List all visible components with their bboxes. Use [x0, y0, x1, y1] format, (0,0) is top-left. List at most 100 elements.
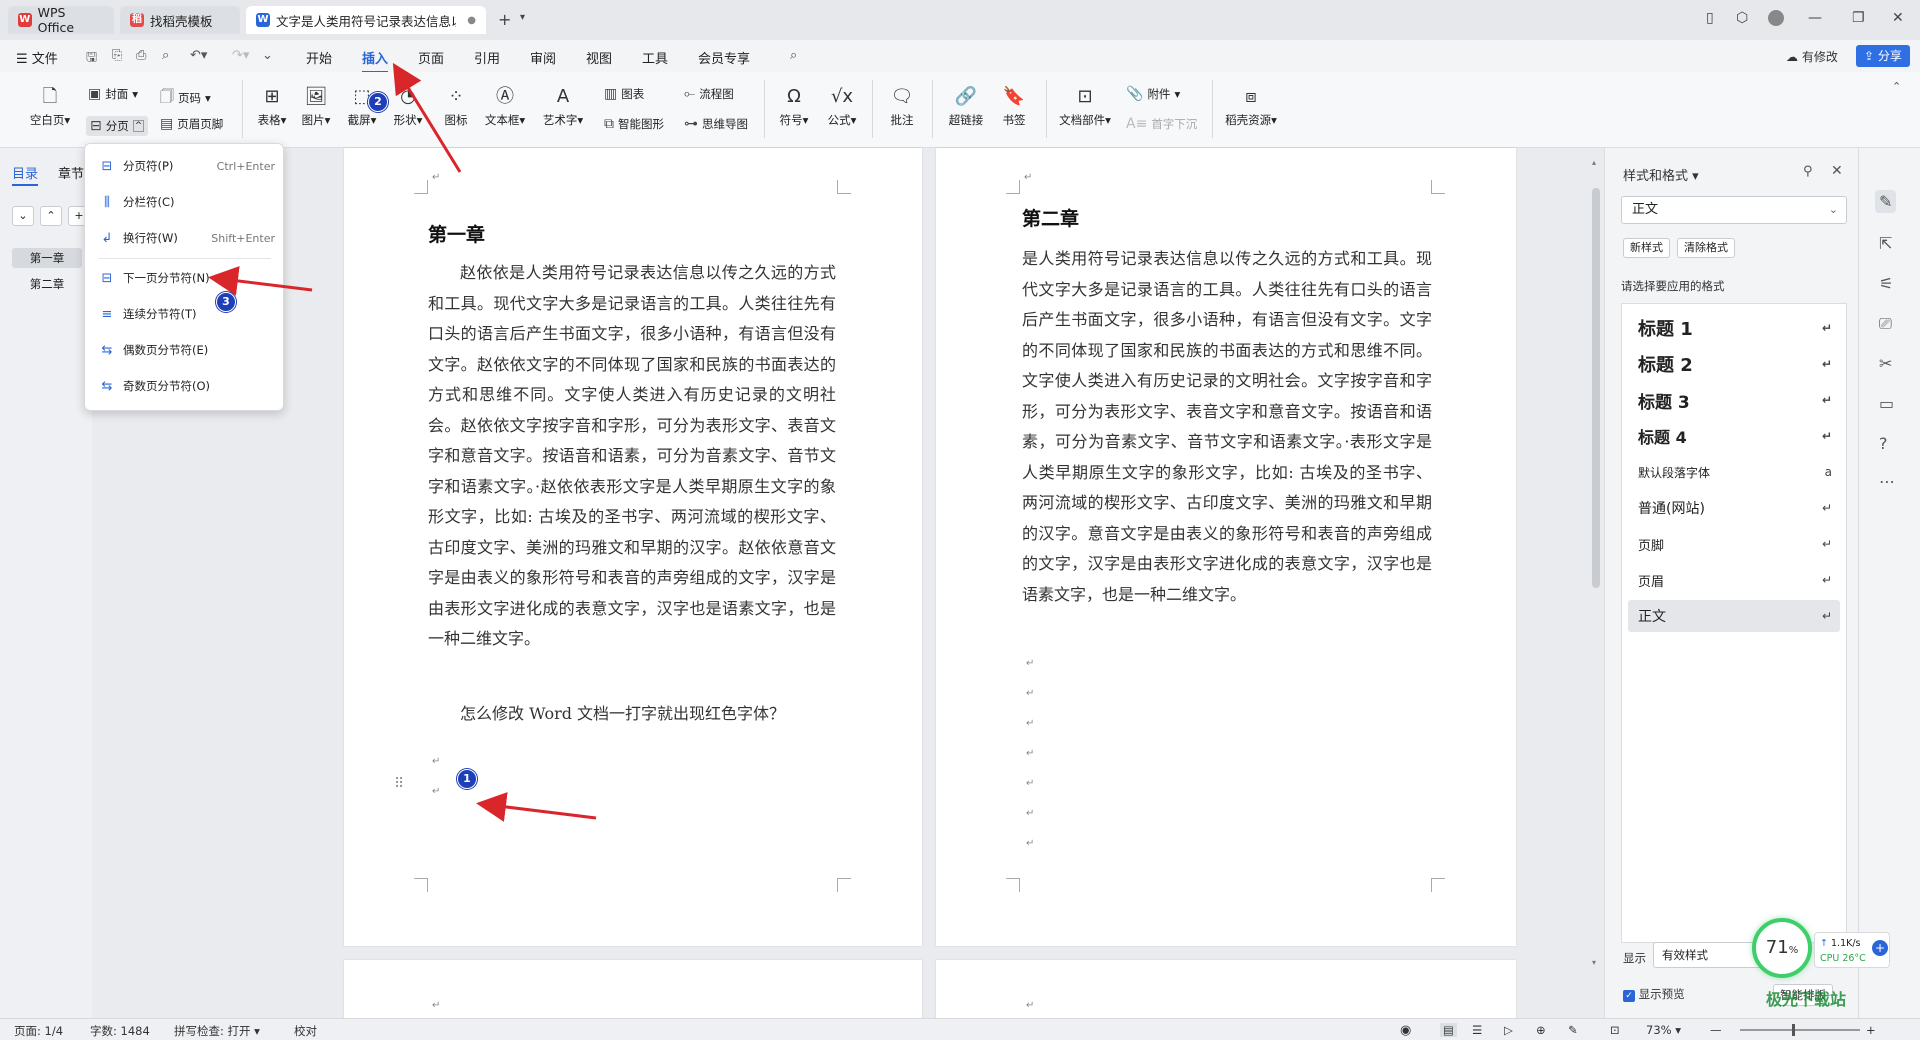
- comment-button[interactable]: 🗨 批注: [882, 86, 922, 128]
- toc-item-chapter1[interactable]: 第一章: [12, 248, 82, 268]
- mindmap-button[interactable]: ⊶ 思维导图: [684, 116, 748, 132]
- panel-title[interactable]: 样式和格式 ▾: [1623, 165, 1699, 184]
- table-button[interactable]: ⊞ 表格▾: [252, 86, 292, 128]
- help-icon[interactable]: ?: [1879, 434, 1888, 453]
- pen-style-icon[interactable]: ✎: [1875, 190, 1897, 213]
- avatar[interactable]: [1768, 10, 1784, 26]
- web-view-icon[interactable]: ⊕: [1536, 1023, 1546, 1037]
- chart-button[interactable]: ▥ 图表: [604, 86, 644, 102]
- show-style-select[interactable]: 有效样式: [1653, 942, 1763, 968]
- eye-protection-icon[interactable]: ◉: [1400, 1023, 1411, 1038]
- cube-icon[interactable]: ⬡: [1736, 10, 1748, 26]
- menu-item-column-break[interactable]: ⫼ 分栏符(C): [99, 190, 275, 214]
- book-icon[interactable]: ▭: [1879, 394, 1894, 413]
- hyperlink-button[interactable]: 🔗 超链接: [942, 86, 990, 128]
- zoom-out-icon[interactable]: —: [1710, 1023, 1722, 1037]
- chapter-heading[interactable]: 第一章: [428, 220, 485, 247]
- clear-format-button[interactable]: 清除格式: [1677, 238, 1735, 258]
- style-item-normal-web[interactable]: 普通(网站) ↵: [1628, 492, 1840, 524]
- menu-item-odd-page-section-break[interactable]: ⇆ 奇数页分节符(O): [99, 374, 275, 398]
- menu-item-page-break[interactable]: ⊟ 分页符(P) Ctrl+Enter: [99, 154, 275, 178]
- save-icon[interactable]: 🖫: [86, 48, 97, 70]
- menu-tools[interactable]: 工具: [642, 48, 668, 67]
- menu-reference[interactable]: 引用: [474, 48, 500, 67]
- style-item-heading2[interactable]: 标题 2 ↵: [1628, 348, 1840, 380]
- symbol-button[interactable]: Ω 符号▾: [774, 86, 814, 128]
- toc-item-chapter2[interactable]: 第二章: [12, 274, 82, 294]
- more-icon[interactable]: ⋯: [1879, 472, 1895, 491]
- bookmark-button[interactable]: 🔖 书签: [994, 86, 1034, 128]
- page-number-button[interactable]: 🗍 页码 ▾: [160, 86, 211, 110]
- wordart-button[interactable]: A 艺术字▾: [538, 86, 588, 128]
- menu-item-line-break[interactable]: ↲ 换行符(W) Shift+Enter: [99, 226, 275, 250]
- menu-view[interactable]: 视图: [586, 48, 612, 67]
- export-icon[interactable]: ⎘: [112, 48, 122, 63]
- current-style-select[interactable]: 正文 ⌄: [1621, 196, 1847, 224]
- close-panel-icon[interactable]: ✕: [1831, 163, 1843, 179]
- more-chevron-icon[interactable]: ⌄: [262, 48, 273, 63]
- scrollbar-thumb[interactable]: [1592, 188, 1600, 588]
- sliders-icon[interactable]: ⚟: [1879, 274, 1893, 293]
- smart-graphic-button[interactable]: ⧉ 智能图形: [604, 116, 664, 132]
- restore-icon[interactable]: ❐: [1852, 10, 1865, 26]
- fit-page-icon[interactable]: ⊡: [1610, 1023, 1620, 1037]
- undo-icon[interactable]: ↶▾: [190, 48, 207, 63]
- pen-mode-icon[interactable]: ✎: [1568, 1023, 1578, 1037]
- layout-icon[interactable]: ▯: [1706, 10, 1714, 26]
- menu-item-continuous-section-break[interactable]: ≡ 连续分节符(T): [99, 302, 275, 326]
- collapse-ribbon-icon[interactable]: ⌃: [1892, 80, 1901, 93]
- textbox-button[interactable]: Ⓐ 文本框▾: [480, 86, 530, 128]
- menu-item-even-page-section-break[interactable]: ⇆ 偶数页分节符(E): [99, 338, 275, 362]
- menu-page[interactable]: 页面: [418, 48, 444, 67]
- performance-gauge[interactable]: 71%: [1752, 918, 1812, 978]
- formula-button[interactable]: √x 公式▾: [822, 86, 862, 128]
- play-icon[interactable]: ▷: [1504, 1023, 1513, 1037]
- page-indicator[interactable]: 页面: 1/4: [14, 1023, 63, 1039]
- menu-insert[interactable]: 插入: [362, 48, 389, 73]
- docer-resources-button[interactable]: ⧈ 稻壳资源▾: [1220, 86, 1282, 128]
- style-item-heading3[interactable]: 标题 3 ↵: [1628, 384, 1840, 416]
- menu-review[interactable]: 审阅: [530, 48, 556, 67]
- select-cursor-icon[interactable]: ⇱: [1879, 234, 1892, 253]
- chapter-heading[interactable]: 第二章: [1022, 204, 1079, 231]
- translate-icon[interactable]: ⎚: [1879, 314, 1892, 334]
- share-button[interactable]: ⇪ 分享: [1856, 45, 1910, 67]
- add-widget-icon[interactable]: +: [1872, 940, 1888, 956]
- document-page[interactable]: ↵ 第二章 是人类用符号记录表达信息以传之久远的方式和工具。现代文字大多是记录语…: [936, 148, 1516, 946]
- tab-current-document[interactable]: W 文字是人类用符号记录表达信息以 ●: [246, 6, 486, 34]
- tab-wps-office[interactable]: W WPS Office: [8, 5, 114, 35]
- drag-handle-icon[interactable]: ⠿: [394, 776, 404, 792]
- word-count[interactable]: 字数: 1484: [90, 1023, 150, 1039]
- new-style-button[interactable]: 新样式: [1623, 238, 1670, 258]
- drop-cap-button[interactable]: A≡ 首字下沉: [1126, 116, 1197, 132]
- zoom-level[interactable]: 73% ▾: [1646, 1023, 1681, 1037]
- collapse-up-icon[interactable]: ⌃: [40, 206, 62, 226]
- tab-toc[interactable]: 目录: [12, 163, 39, 186]
- picture-button[interactable]: 🖼 图片▾: [296, 86, 336, 128]
- zoom-slider-thumb[interactable]: [1792, 1024, 1795, 1036]
- flowchart-button[interactable]: ⟜ 流程图: [684, 86, 734, 102]
- icon-button[interactable]: ⁘ 图标: [436, 86, 476, 128]
- menu-member[interactable]: 会员专享: [698, 48, 750, 67]
- close-icon[interactable]: ✕: [1892, 10, 1904, 26]
- menu-start[interactable]: 开始: [306, 48, 332, 67]
- style-item-body[interactable]: 正文 ↵: [1628, 600, 1840, 632]
- proofread-button[interactable]: 校对: [294, 1023, 317, 1039]
- tools-icon[interactable]: ✂: [1879, 354, 1892, 373]
- page-view-icon[interactable]: ▤: [1440, 1023, 1457, 1037]
- style-item-heading4[interactable]: 标题 4 ↵: [1628, 420, 1840, 452]
- body-paragraph[interactable]: 赵依依是人类用符号记录表达信息以传之久远的方式和工具。现代文字大多是记录语言的工…: [428, 258, 836, 655]
- style-item-header[interactable]: 页眉 ↵: [1628, 564, 1840, 596]
- zoom-slider[interactable]: [1740, 1024, 1860, 1036]
- new-tab-button[interactable]: +: [498, 10, 511, 29]
- document-page[interactable]: ↵ 第一章 赵依依是人类用符号记录表达信息以传之久远的方式和工具。现代文字大多是…: [344, 148, 922, 946]
- spell-check-toggle[interactable]: 拼写检查: 打开 ▾: [174, 1023, 260, 1039]
- print-icon[interactable]: ⎙: [136, 48, 146, 63]
- pin-icon[interactable]: ⚲: [1803, 164, 1813, 179]
- redo-icon[interactable]: ↷▾: [232, 48, 249, 63]
- preview-icon[interactable]: ⌕: [162, 48, 169, 63]
- outline-view-icon[interactable]: ☰: [1472, 1023, 1482, 1037]
- style-item-default-font[interactable]: 默认段落字体 a: [1628, 456, 1840, 488]
- style-item-heading1[interactable]: 标题 1 ↵: [1628, 312, 1840, 344]
- minimize-icon[interactable]: —: [1808, 10, 1822, 26]
